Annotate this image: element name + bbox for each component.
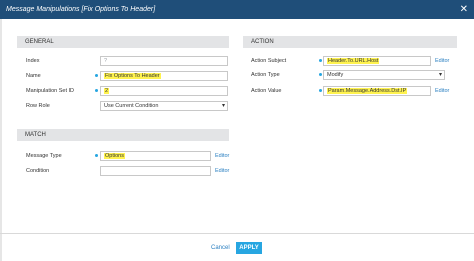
match-section-heading: MATCH — [17, 129, 229, 141]
row-role-label: Row Role — [26, 103, 50, 109]
set-id-label: Manipulation Set ID — [26, 88, 74, 94]
name-row: Name Fix Options To Header — [26, 71, 232, 81]
name-label: Name — [26, 73, 41, 79]
general-section-heading: GENERAL — [17, 36, 229, 48]
action-value-row: Action Value Param.Message.Address.Dst.I… — [251, 86, 457, 96]
cancel-button[interactable]: Cancel — [211, 243, 230, 253]
action-value-editor-link[interactable]: Editor — [435, 86, 449, 96]
action-value-field[interactable]: Param.Message.Address.Dst.IP — [323, 86, 431, 96]
required-dot-icon — [319, 73, 322, 76]
required-dot-icon — [95, 89, 98, 92]
name-field[interactable]: Fix Options To Header — [100, 71, 228, 81]
chevron-down-icon: ▾ — [438, 72, 442, 78]
condition-editor-link[interactable]: Editor — [215, 166, 229, 176]
action-subject-editor-link[interactable]: Editor — [435, 56, 449, 66]
set-id-value: 2 — [104, 88, 110, 94]
message-type-label: Message Type — [26, 153, 62, 159]
action-subject-value: Header.To.URL.Host — [327, 58, 380, 64]
row-role-row: Row Role Use Current Condition ▾ — [26, 101, 232, 111]
chevron-down-icon: ▾ — [221, 103, 225, 109]
action-subject-row: Action Subject Header.To.URL.Host Editor — [251, 56, 457, 66]
required-dot-icon — [319, 59, 322, 62]
message-type-editor-link[interactable]: Editor — [215, 151, 229, 161]
row-role-value: Use Current Condition — [104, 103, 159, 109]
action-value-value: Param.Message.Address.Dst.IP — [327, 88, 408, 94]
action-type-row: Action Type Modify ▾ — [251, 70, 457, 80]
close-icon[interactable]: ✕ — [460, 0, 468, 19]
index-label: Index — [26, 58, 40, 64]
action-type-label: Action Type — [251, 72, 280, 78]
action-subject-label: Action Subject — [251, 58, 287, 64]
message-type-field[interactable]: Options — [100, 151, 211, 161]
message-type-value: Options — [104, 153, 125, 159]
footer-divider — [0, 233, 474, 234]
condition-row: Condition Editor — [26, 166, 232, 176]
window-titlebar: Message Manipulations [Fix Options To He… — [0, 0, 474, 19]
window-title: Message Manipulations [Fix Options To He… — [6, 6, 156, 13]
name-value: Fix Options To Header — [104, 73, 161, 79]
action-subject-field[interactable]: Header.To.URL.Host — [323, 56, 431, 66]
action-type-value: Modify — [327, 72, 344, 78]
apply-button[interactable]: APPLY — [236, 242, 262, 254]
message-type-row: Message Type Options Editor — [26, 151, 232, 161]
index-field[interactable]: ? — [100, 56, 228, 66]
required-dot-icon — [95, 74, 98, 77]
condition-field[interactable] — [100, 166, 211, 176]
required-dot-icon — [319, 89, 322, 92]
required-dot-icon — [95, 154, 98, 157]
index-row: Index ? — [26, 56, 232, 66]
row-role-select[interactable]: Use Current Condition ▾ — [100, 101, 228, 111]
set-id-field[interactable]: 2 — [100, 86, 228, 96]
action-value-label: Action Value — [251, 88, 282, 94]
scrollbar[interactable] — [0, 19, 2, 261]
set-id-row: Manipulation Set ID 2 — [26, 86, 232, 96]
condition-label: Condition — [26, 168, 50, 174]
action-section-heading: ACTION — [243, 36, 457, 48]
action-type-select[interactable]: Modify ▾ — [323, 70, 445, 80]
